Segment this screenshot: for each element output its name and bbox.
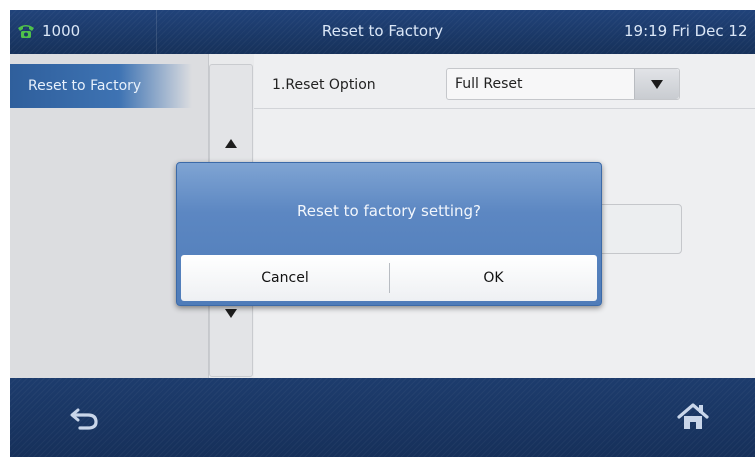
confirm-dialog: Reset to factory setting? Cancel OK: [176, 162, 602, 306]
reset-option-select[interactable]: Full Reset: [446, 68, 680, 100]
cancel-button[interactable]: Cancel: [181, 255, 389, 301]
chevron-down-icon[interactable]: [634, 69, 679, 99]
phone-screen: 1000 Reset to Factory 19:19 Fri Dec 12 R…: [10, 10, 755, 457]
soft-key-bar: [10, 378, 755, 457]
scroll-down-icon[interactable]: [225, 309, 237, 318]
scroll-up-icon[interactable]: [225, 139, 237, 148]
sidebar-item-label: Reset to Factory: [28, 78, 142, 94]
reset-option-label: 1.Reset Option: [272, 77, 376, 93]
home-icon[interactable]: [676, 400, 710, 434]
clock: 19:19 Fri Dec 12: [624, 22, 748, 40]
back-icon[interactable]: [68, 400, 102, 434]
reset-option-value: Full Reset: [455, 76, 523, 92]
ok-button[interactable]: OK: [390, 255, 597, 301]
dialog-message: Reset to factory setting?: [296, 202, 482, 220]
dialog-button-bar: Cancel OK: [181, 255, 597, 301]
status-bar: 1000 Reset to Factory 19:19 Fri Dec 12: [10, 10, 755, 54]
sidebar-item-reset-to-factory[interactable]: Reset to Factory: [10, 64, 192, 108]
setting-row-reset-option: 1.Reset Option Full Reset: [254, 64, 755, 109]
